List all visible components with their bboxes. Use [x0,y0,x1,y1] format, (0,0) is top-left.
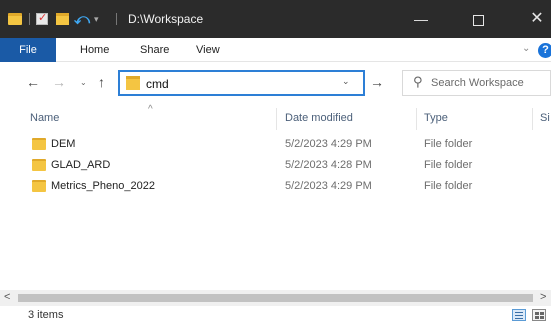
maximize-button[interactable] [455,0,501,38]
window-title: D:\Workspace [128,12,204,26]
folder-icon [32,138,46,150]
properties-icon[interactable] [36,0,48,38]
details-view-icon[interactable] [512,309,526,321]
folder-icon [126,76,140,90]
scrollbar-thumb[interactable] [18,294,533,302]
folder-icon [32,180,46,192]
address-input[interactable] [146,75,326,93]
title-bar: ⤺ ▾ D:\Workspace — ✕ [0,0,551,38]
forward-button[interactable]: → [52,74,66,90]
undo-icon[interactable]: ⤺ [74,0,90,38]
file-type: File folder [424,159,473,171]
file-name: GLAD_ARD [51,159,111,171]
list-item[interactable]: Metrics_Pheno_2022 5/2/2023 4:29 PM File… [0,176,551,197]
separator [29,13,30,25]
item-count: 3 items [28,309,64,321]
separator [116,13,117,25]
navigation-bar: ← → ⌄ ↑ ⌄ → ⚲ [0,62,551,104]
column-divider[interactable] [416,108,417,130]
up-button[interactable]: ↑ [98,74,105,90]
column-header-name[interactable]: Name [30,112,59,124]
folder-icon [32,159,46,171]
file-list: DEM 5/2/2023 4:29 PM File folder GLAD_AR… [0,134,551,197]
expand-ribbon-icon[interactable]: ⌄ [522,43,530,54]
maximize-icon [472,14,484,26]
file-date: 5/2/2023 4:29 PM [285,138,372,150]
tab-file[interactable]: File [0,38,56,62]
scroll-left-button[interactable]: < [4,291,10,303]
sort-caret-icon: ^ [148,104,153,115]
go-button[interactable]: → [370,74,384,90]
file-type: File folder [424,180,473,192]
column-header-type[interactable]: Type [424,112,448,124]
file-name: DEM [51,138,76,150]
file-date: 5/2/2023 4:29 PM [285,180,372,192]
ribbon: File Home Share View ⌄ ? [0,38,551,62]
tab-share[interactable]: Share [140,38,169,62]
list-item[interactable]: GLAD_ARD 5/2/2023 4:28 PM File folder [0,155,551,176]
status-bar: 3 items [0,306,551,323]
file-name: Metrics_Pheno_2022 [51,180,155,192]
address-dropdown-icon[interactable]: ⌄ [342,76,350,87]
close-button[interactable]: ✕ [514,0,551,38]
help-icon[interactable]: ? [538,43,551,58]
new-folder-icon[interactable] [56,0,69,38]
column-header-date-modified[interactable]: Date modified [285,112,353,124]
column-divider[interactable] [276,108,277,130]
file-date: 5/2/2023 4:28 PM [285,159,372,171]
column-divider[interactable] [532,108,533,130]
address-bar[interactable]: ⌄ [118,70,365,96]
folder-icon[interactable] [8,0,24,38]
scroll-right-button[interactable]: > [540,291,546,303]
column-headers: ^ Name Date modified Type Si [0,104,551,132]
file-type: File folder [424,138,473,150]
horizontal-scrollbar[interactable]: < > [0,290,551,306]
back-button[interactable]: ← [26,74,40,90]
large-icons-view-icon[interactable] [532,309,546,321]
search-icon: ⚲ [413,74,423,89]
recent-locations-icon[interactable]: ⌄ [80,78,87,87]
column-header-size[interactable]: Si [540,112,550,124]
tab-home[interactable]: Home [80,38,109,62]
minimize-button[interactable]: — [398,0,444,38]
search-box[interactable]: ⚲ [402,70,551,96]
list-item[interactable]: DEM 5/2/2023 4:29 PM File folder [0,134,551,155]
tab-view[interactable]: View [196,38,220,62]
search-input[interactable] [431,75,549,91]
customize-quick-access-icon[interactable]: ▾ [94,0,99,38]
